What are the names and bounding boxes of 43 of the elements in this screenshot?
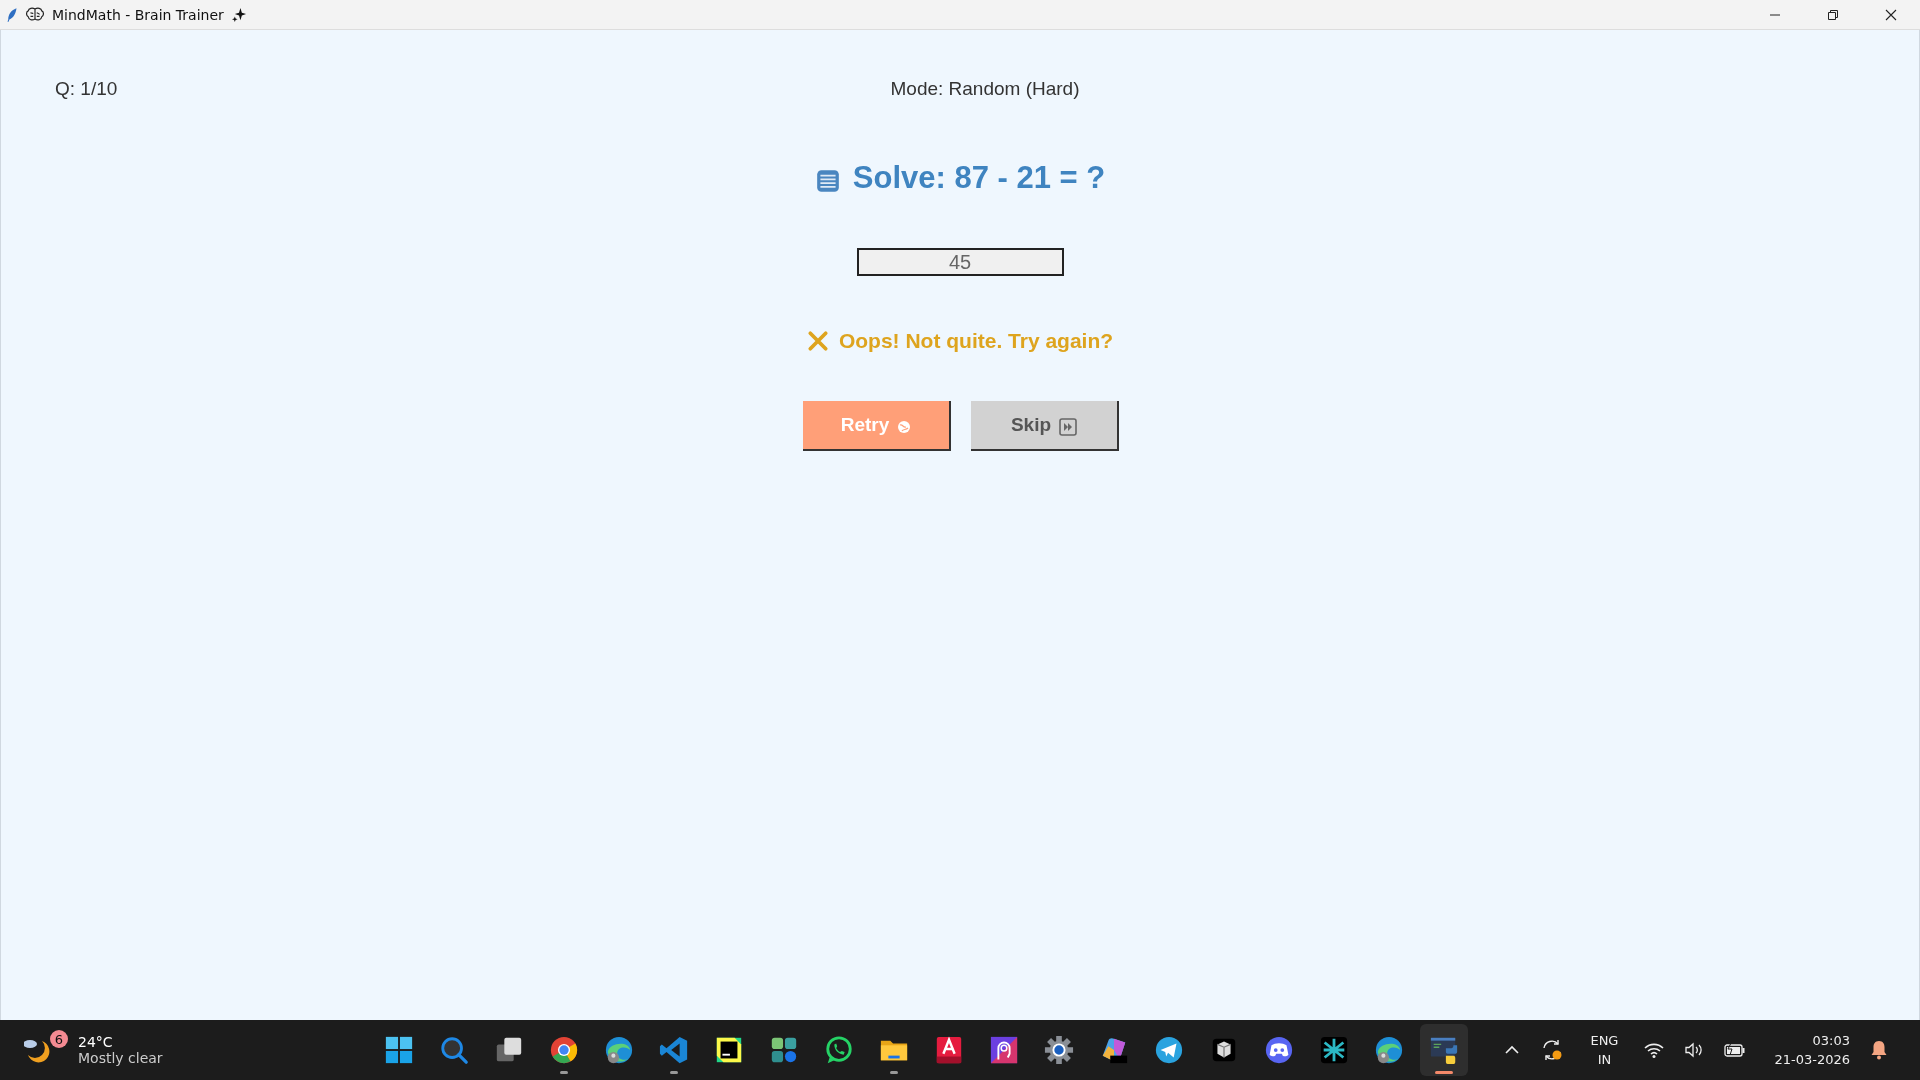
chevron-up-icon[interactable]	[1504, 1045, 1521, 1055]
search-icon	[439, 1035, 469, 1065]
notification-badge: 6	[50, 1030, 68, 1048]
python-icon	[1429, 1035, 1459, 1065]
brain-icon	[26, 7, 44, 22]
question-counter: Q: 1/10	[55, 78, 119, 100]
mode-label: Mode: Random (Hard)	[890, 78, 1080, 100]
weather-icon[interactable]	[24, 1037, 50, 1063]
restore-icon	[1827, 9, 1839, 21]
sparkle-icon	[231, 7, 247, 22]
language-indicator[interactable]: ENG IN	[1590, 1031, 1619, 1069]
weather-condition: Mostly clear	[78, 1050, 163, 1066]
ide-icon	[714, 1035, 744, 1065]
cad-icon	[934, 1035, 964, 1065]
start-icon	[384, 1035, 414, 1065]
wifi-icon[interactable]	[1644, 1042, 1665, 1058]
bell-icon[interactable]	[1870, 1040, 1888, 1060]
feedback-message: Oops! Not quite. Try again?	[838, 329, 1114, 353]
wave-browser-icon	[604, 1035, 634, 1065]
skip-button[interactable]: Skip	[971, 401, 1119, 451]
globe-icon	[897, 419, 912, 434]
battery-icon[interactable]	[1724, 1043, 1747, 1057]
star-icon	[1319, 1035, 1349, 1065]
close-icon	[1885, 9, 1897, 21]
gamepad-icon	[1264, 1035, 1294, 1065]
ring-browser-icon	[549, 1035, 579, 1065]
window-title: MindMath - Brain Trainer	[52, 6, 224, 23]
tiles-icon	[769, 1035, 799, 1065]
taskbar-button[interactable]	[1420, 1024, 1468, 1076]
gear-icon	[1044, 1035, 1074, 1065]
chat-bubble-icon	[824, 1035, 854, 1065]
temperature: 24°C	[78, 1034, 114, 1050]
paper-plane-icon	[1154, 1035, 1184, 1065]
portrait-icon	[989, 1035, 1019, 1065]
cross-icon	[806, 330, 829, 352]
fast-forward-icon	[1059, 417, 1078, 436]
answer-field[interactable]: 45	[856, 248, 1064, 276]
wave-browser-icon	[1374, 1035, 1404, 1065]
volume-icon[interactable]	[1684, 1042, 1705, 1058]
code-icon	[659, 1035, 689, 1065]
math-question: Solve: 87 - 21 = ?	[852, 160, 1106, 196]
abacus-icon	[814, 168, 841, 194]
clock[interactable]: 03:03 21-03-2026	[1774, 1031, 1850, 1069]
